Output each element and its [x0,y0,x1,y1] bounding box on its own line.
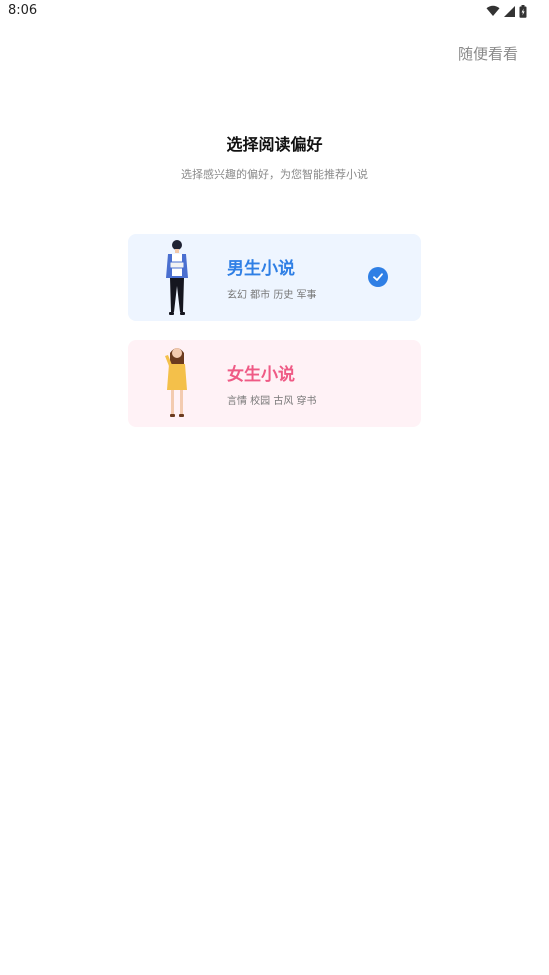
page-subtitle: 选择感兴趣的偏好，为您智能推荐小说 [181,168,368,181]
check-circle-icon [368,267,388,287]
skip-button[interactable]: 随便看看 [458,43,518,64]
female-novel-tags: 言情 校园 古风 穿书 [227,396,317,407]
male-novel-tags: 玄幻 都市 历史 军事 [227,290,317,301]
battery-icon [519,4,527,18]
status-time: 8:06 [8,3,38,18]
female-novel-card[interactable]: 女生小说 言情 校园 古风 穿书 [128,340,421,427]
page-title: 选择阅读偏好 [226,135,323,154]
male-novel-card[interactable]: 男生小说 玄幻 都市 历史 军事 [128,234,421,321]
male-novel-title: 男生小说 [227,259,295,279]
wifi-icon [486,5,500,17]
status-icons [486,4,527,18]
female-reader-illustration [160,344,194,424]
male-reader-illustration [160,238,194,318]
cell-signal-icon [504,5,515,17]
status-bar: 8:06 [0,0,549,24]
female-novel-title: 女生小说 [227,365,295,385]
